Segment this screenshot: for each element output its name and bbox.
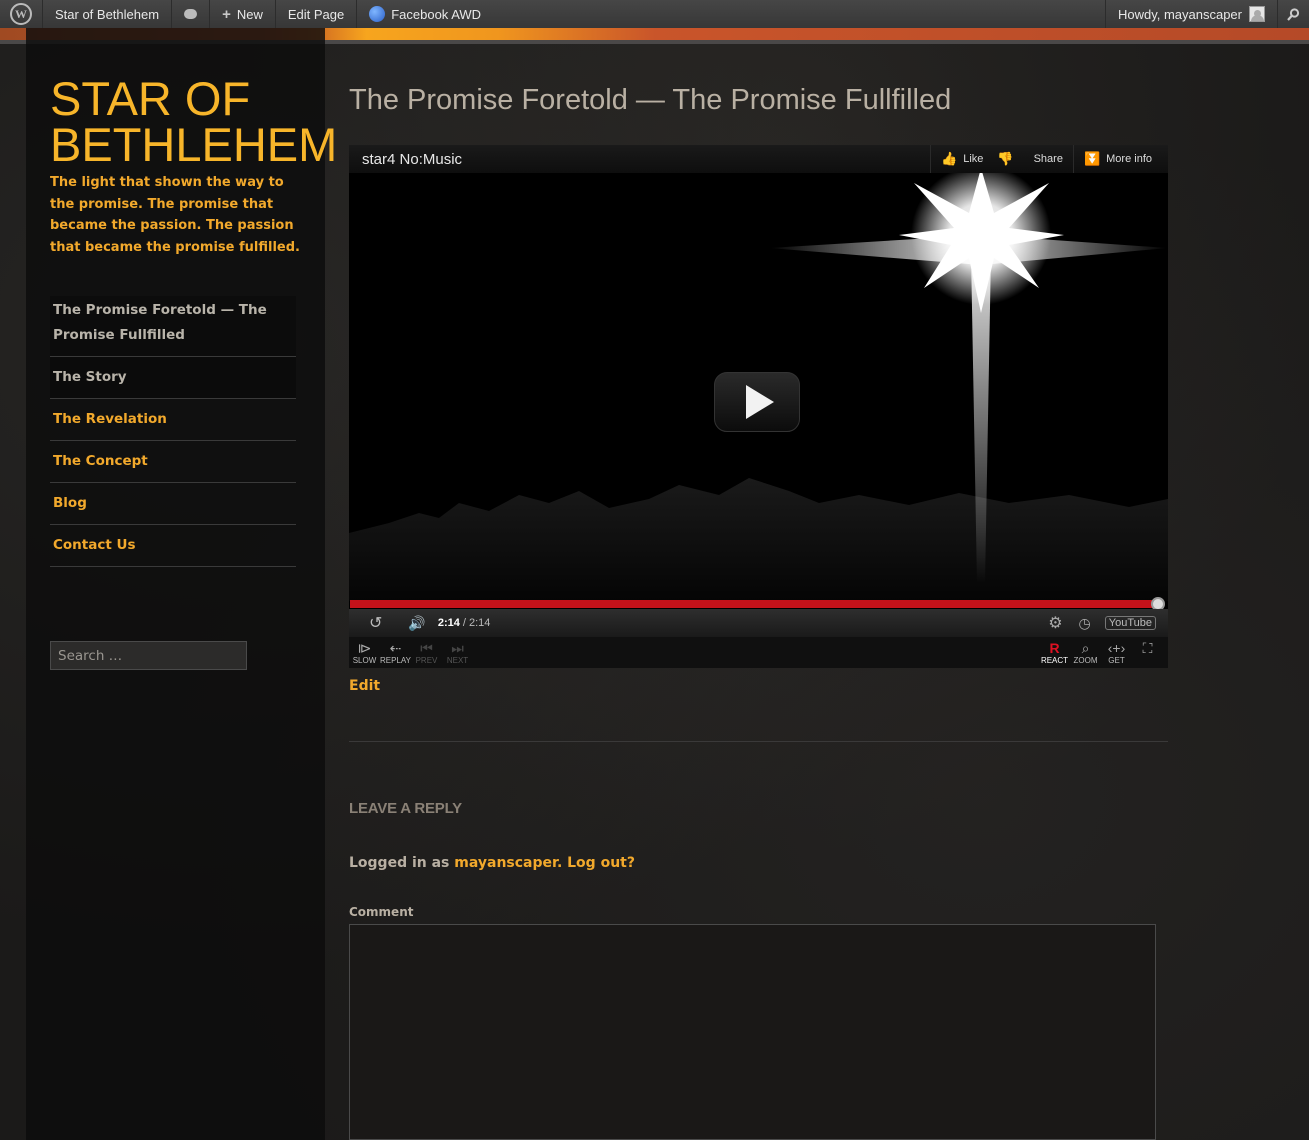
profile-link[interactable]: mayanscaper [454, 855, 557, 871]
slow-label: SLOW [352, 656, 377, 665]
play-button[interactable] [714, 372, 800, 432]
video-screen[interactable] [349, 173, 1168, 601]
thumbs-up-icon: 👍 [941, 151, 958, 166]
facebook-awd-label: Facebook AWD [391, 6, 482, 22]
next-button[interactable]: ⏭ NEXT [442, 640, 473, 665]
comment-bubble-icon [184, 9, 198, 19]
site-description: The light that shown the way to the prom… [50, 175, 300, 255]
next-label: NEXT [446, 656, 469, 665]
progress-bar[interactable] [350, 597, 1165, 611]
zoom-button[interactable]: ⌕ ZOOM [1070, 640, 1101, 665]
nav-item-label: The Concept [53, 453, 148, 469]
chevron-down-icon: ⏬ [1083, 151, 1101, 166]
progress-fill [350, 600, 1158, 608]
comment-label: Comment [349, 905, 414, 919]
get-button[interactable]: ‹+› GET [1101, 640, 1132, 665]
divider [349, 741, 1168, 742]
replay-arrow-icon: ⇠ [389, 640, 402, 656]
prev-label: PREV [415, 656, 438, 665]
nav-item-contact-us[interactable]: Contact Us [50, 525, 296, 567]
search-input[interactable]: Search … [50, 641, 247, 670]
video-controls: ↺ 🔊 2:14 / 2:14 ⚙ ◷ YouTube [349, 609, 1168, 637]
extra-controls: ⧐ SLOW ⇠ REPLAY ⏮ PREV ⏭ NEXT R REACT ⌕ … [349, 637, 1168, 668]
slow-icon: ⧐ [357, 640, 372, 656]
prev-button[interactable]: ⏮ PREV [411, 640, 442, 665]
my-account-link[interactable]: Howdy, mayanscaper [1104, 0, 1278, 28]
share-label: Share [1033, 153, 1063, 165]
nav-item-promise-foretold[interactable]: The Promise Foretold — The Promise Fullf… [50, 296, 296, 357]
plus-icon: + [222, 5, 231, 23]
logout-link[interactable]: Log out? [567, 855, 635, 871]
video-player[interactable]: star4 No:Music 👍 Like 👎 Share ⏬ More inf… [349, 145, 1168, 668]
time-total: / 2:14 [462, 617, 491, 629]
time-current: 2:14 [437, 617, 460, 629]
main-navigation: The Promise Foretold — The Promise Fullf… [50, 296, 296, 567]
react-button[interactable]: R REACT [1039, 640, 1070, 665]
nav-item-label: The Revelation [53, 411, 167, 427]
admin-search-button[interactable] [1278, 0, 1309, 28]
thumbs-down-icon: 👎 [997, 151, 1014, 166]
more-info-button[interactable]: ⏬ More info [1072, 145, 1168, 173]
replay-label: REPLAY [380, 656, 411, 665]
new-content-link[interactable]: + New [210, 0, 276, 28]
avatar [1249, 6, 1265, 22]
new-label: New [236, 6, 263, 22]
comments-link[interactable] [172, 0, 211, 28]
wordpress-logo-icon: W [10, 3, 32, 25]
fullscreen-icon: ⛶ [1142, 640, 1153, 656]
howdy-label: Howdy, mayanscaper [1117, 6, 1242, 22]
gear-icon[interactable]: ⚙ [1048, 613, 1062, 633]
site-title[interactable]: STAR OF BETHLEHEM [50, 75, 350, 168]
nav-item-label: The Story [53, 369, 127, 385]
zoom-label: ZOOM [1073, 656, 1098, 665]
like-label: Like [963, 153, 984, 165]
site-name-label: Star of Bethlehem [55, 6, 160, 22]
fullscreen-button[interactable]: ⛶ [1132, 640, 1163, 665]
nav-item-label: Contact Us [53, 537, 136, 553]
slow-button[interactable]: ⧐ SLOW [349, 640, 380, 665]
facebook-awd-icon [369, 6, 386, 22]
zoom-icon: ⌕ [1081, 640, 1090, 656]
next-icon: ⏭ [451, 640, 464, 656]
like-button[interactable]: 👍 Like [930, 145, 993, 173]
leave-reply-heading: LEAVE A REPLY [349, 800, 462, 817]
youtube-logo[interactable]: YouTube [1104, 616, 1156, 630]
replay-button[interactable]: ⇠ REPLAY [380, 640, 411, 665]
nav-item-blog[interactable]: Blog [50, 483, 296, 525]
embed-icon: ‹+› [1107, 640, 1126, 656]
comment-textarea[interactable] [349, 924, 1156, 1140]
nav-item-the-revelation[interactable]: The Revelation [50, 399, 296, 441]
get-label: GET [1108, 656, 1125, 665]
volume-icon[interactable]: 🔊 [408, 615, 425, 632]
wordpress-menu[interactable]: W [0, 0, 43, 28]
page-title: The Promise Foretold — The Promise Fullf… [349, 84, 952, 116]
search-icon [1287, 7, 1300, 21]
play-icon [746, 385, 774, 419]
nav-item-label: Blog [53, 495, 87, 511]
react-label: REACT [1040, 656, 1069, 665]
logged-in-as: Logged in as mayanscaper. Log out? [349, 855, 635, 871]
edit-page-link[interactable]: Edit Page [276, 0, 358, 28]
video-header: star4 No:Music 👍 Like 👎 Share ⏬ More inf… [349, 145, 1168, 173]
dislike-button[interactable]: 👎 [993, 145, 1023, 173]
admin-bar: W Star of Bethlehem + New Edit Page Face… [0, 0, 1309, 28]
replay-icon[interactable]: ↺ [369, 613, 382, 633]
site-name-link[interactable]: Star of Bethlehem [43, 0, 173, 28]
edit-page-label: Edit Page [287, 6, 345, 22]
share-button[interactable]: Share [1024, 145, 1073, 173]
edit-link[interactable]: Edit [349, 678, 380, 694]
nav-item-the-story[interactable]: The Story [50, 357, 296, 399]
react-icon: R [1049, 640, 1060, 656]
more-info-label: More info [1106, 153, 1152, 165]
nav-item-label: The Promise Foretold — The Promise Fullf… [53, 302, 267, 343]
nav-item-the-concept[interactable]: The Concept [50, 441, 296, 483]
facebook-awd-link[interactable]: Facebook AWD [357, 0, 493, 28]
prev-icon: ⏮ [420, 640, 433, 656]
logged-in-prefix: Logged in as [349, 855, 455, 871]
video-title[interactable]: star4 No:Music [362, 151, 462, 168]
watch-later-icon[interactable]: ◷ [1079, 615, 1091, 632]
